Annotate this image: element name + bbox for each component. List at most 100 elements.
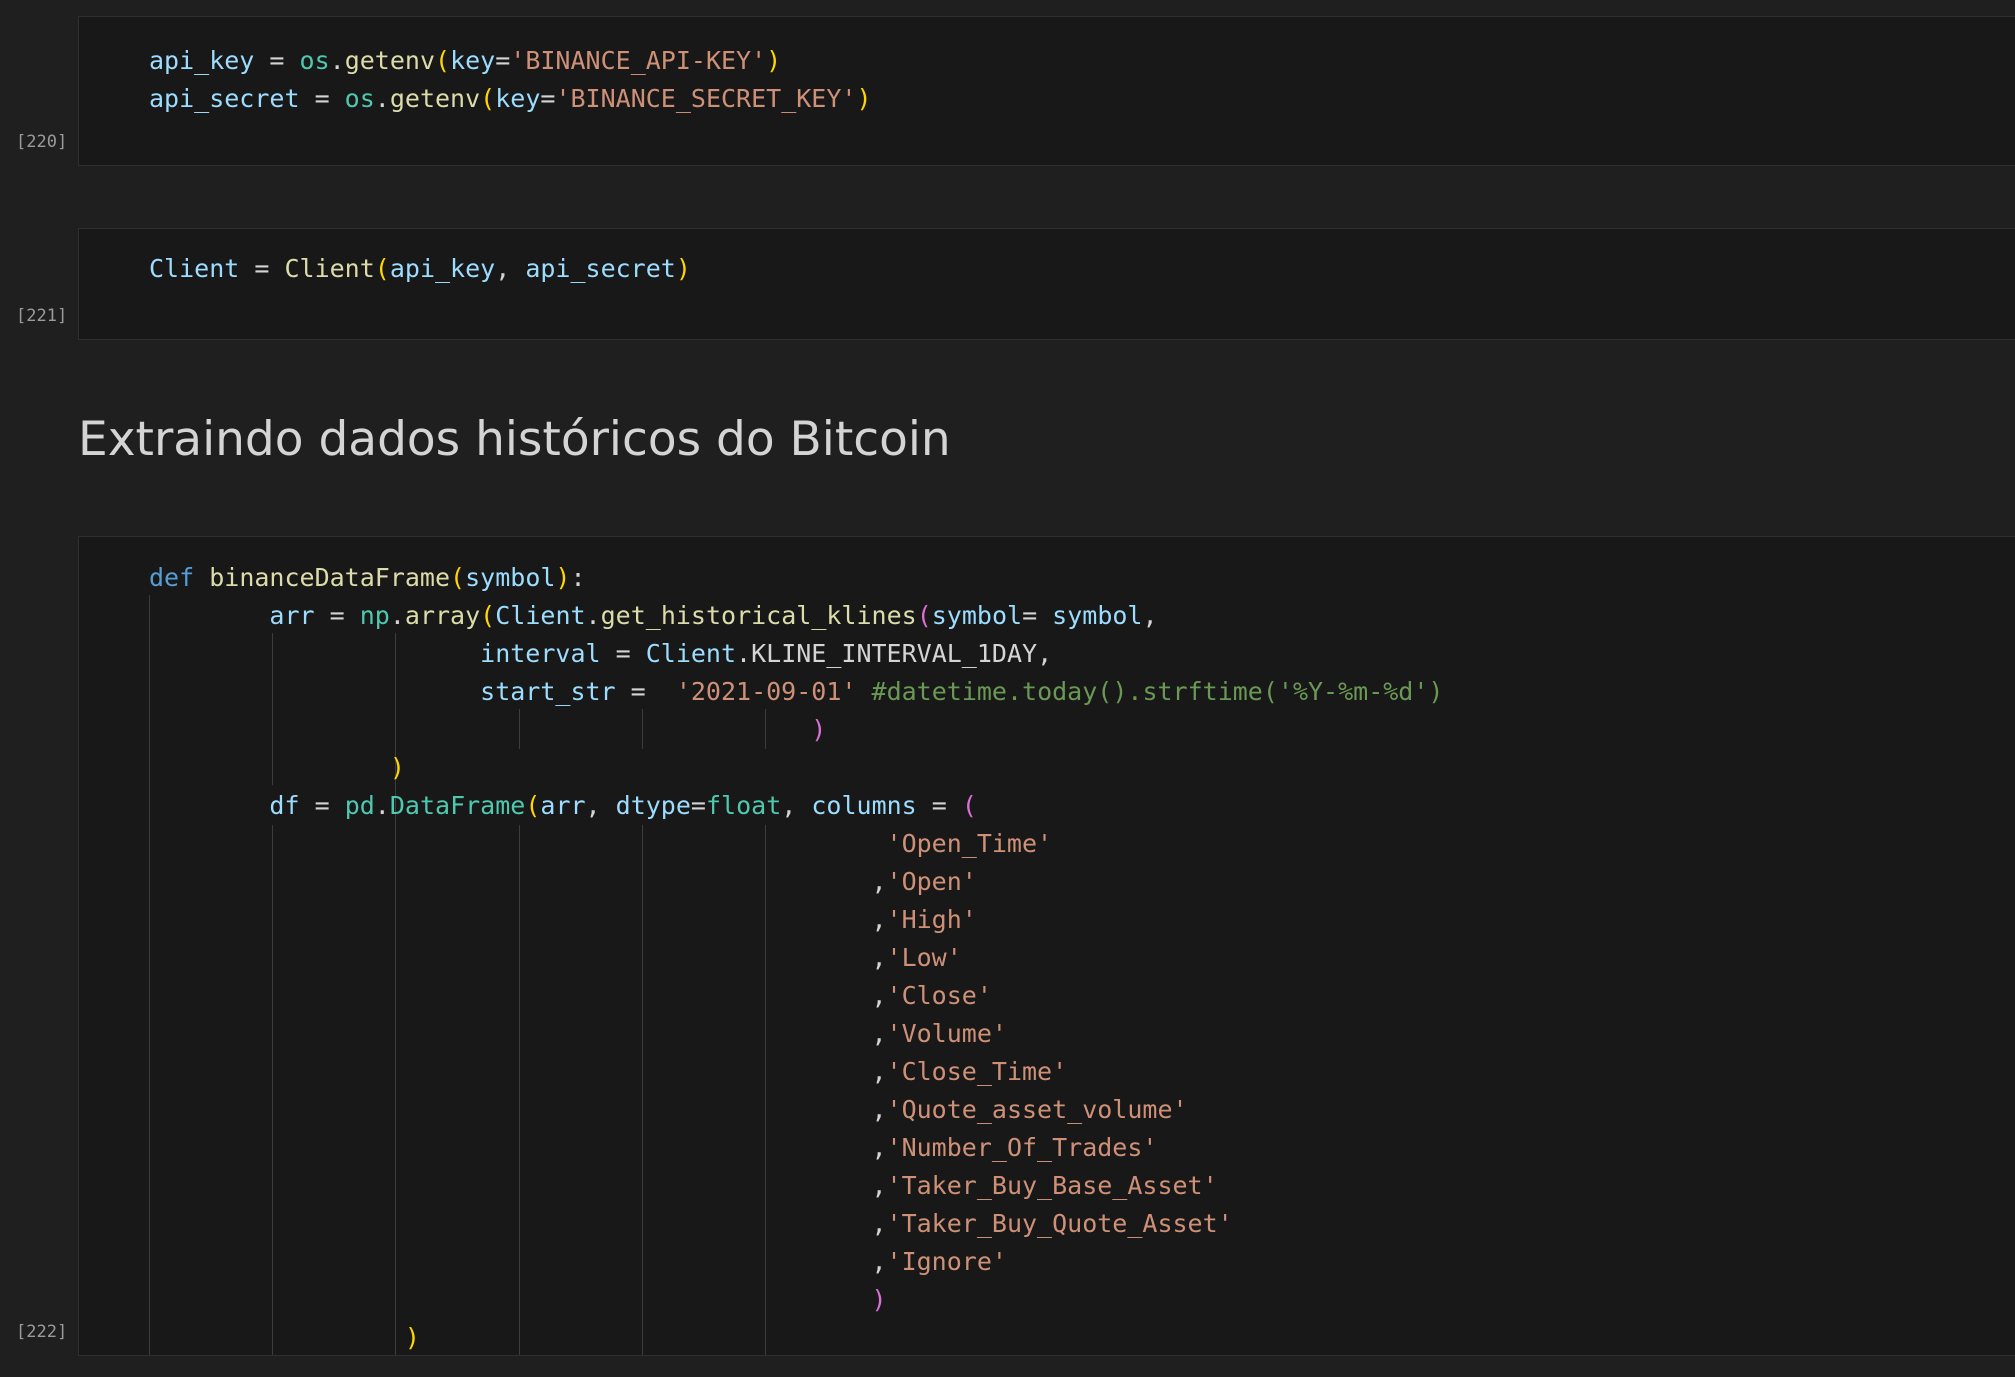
code-line[interactable]: ) xyxy=(149,711,826,749)
code-line[interactable]: Client = Client(api_key, api_secret) xyxy=(149,250,691,288)
code-token: Client xyxy=(149,254,240,283)
code-token: ) xyxy=(811,715,827,744)
code-line[interactable]: ,'Close_Time' xyxy=(149,1053,1067,1091)
code-token: = xyxy=(239,254,285,283)
code-cell-220[interactable]: api_key = os.getenv(key='BINANCE_API-KEY… xyxy=(78,16,2015,166)
code-token: ) xyxy=(871,1285,887,1314)
code-token: = xyxy=(540,84,556,113)
code-line[interactable]: ,'Volume' xyxy=(149,1015,1007,1053)
code-cell-221[interactable]: Client = Client(api_key, api_secret) xyxy=(78,228,2015,340)
code-token: = xyxy=(495,46,511,75)
code-line[interactable]: ,'Taker_Buy_Quote_Asset' xyxy=(149,1205,1233,1243)
code-token: = xyxy=(299,84,345,113)
code-token: ( xyxy=(961,791,977,820)
code-token: ( xyxy=(480,84,496,113)
code-token: symbol xyxy=(931,601,1023,630)
code-token: binanceDataFrame xyxy=(209,563,451,592)
code-line[interactable]: 'Open_Time' xyxy=(149,825,1053,863)
code-token: = xyxy=(314,601,360,630)
code-token: 'BINANCE_SECRET_KEY' xyxy=(555,84,857,113)
code-line[interactable]: ) xyxy=(149,749,405,787)
code-token: df xyxy=(269,791,300,820)
cell-editor[interactable]: def binanceDataFrame(symbol): arr = np.a… xyxy=(149,559,1999,1377)
code-line[interactable]: ,'Ignore' xyxy=(149,1243,1007,1281)
code-line[interactable]: api_secret = os.getenv(key='BINANCE_SECR… xyxy=(149,80,872,118)
code-token: , xyxy=(871,905,887,934)
code-token: . xyxy=(374,84,390,113)
code-token: DataFrame xyxy=(389,791,526,820)
code-token: ) xyxy=(555,563,571,592)
code-line[interactable]: ,'Number_Of_Trades' xyxy=(149,1129,1157,1167)
code-token: 'Close_Time' xyxy=(886,1057,1068,1086)
code-token: Client xyxy=(645,639,737,668)
code-token: , xyxy=(1142,601,1158,630)
code-token: key xyxy=(495,84,541,113)
code-token: 'High' xyxy=(886,905,977,934)
code-token: ) xyxy=(766,46,782,75)
code-line[interactable]: def binanceDataFrame(symbol): xyxy=(149,559,586,597)
code-token: , xyxy=(871,1095,887,1124)
code-token: = xyxy=(690,791,706,820)
code-line[interactable]: ,'Close' xyxy=(149,977,991,1015)
code-token: start_str xyxy=(480,677,616,706)
code-token: . xyxy=(389,601,405,630)
code-line[interactable]: start_str = '2021-09-01' #datetime.today… xyxy=(149,673,1443,711)
code-line[interactable]: interval = Client.KLINE_INTERVAL_1DAY, xyxy=(149,635,1052,673)
code-token: 'Open' xyxy=(886,867,977,896)
code-line[interactable]: ,'Taker_Buy_Base_Asset' xyxy=(149,1167,1217,1205)
code-line[interactable]: ,'High' xyxy=(149,901,977,939)
code-line[interactable]: ,'Open' xyxy=(149,863,977,901)
code-token: 'Volume' xyxy=(886,1019,1007,1048)
code-line[interactable]: ,'Quote_asset_volume' xyxy=(149,1091,1187,1129)
code-token: = xyxy=(254,46,300,75)
code-token: ( xyxy=(525,791,541,820)
code-line[interactable]: arr = np.array(Client.get_historical_kli… xyxy=(149,597,1158,635)
code-token: float xyxy=(705,791,782,820)
code-token: , xyxy=(871,1133,887,1162)
code-token: , xyxy=(871,867,887,896)
code-token: , xyxy=(585,791,616,820)
code-line[interactable]: ) xyxy=(149,1281,887,1319)
code-token: api_key xyxy=(149,46,255,75)
code-token: 'Taker_Buy_Quote_Asset' xyxy=(886,1209,1233,1238)
code-token: ( xyxy=(435,46,451,75)
code-token: , xyxy=(871,1247,887,1276)
code-token: '2021-09-01' xyxy=(675,677,857,706)
code-token: KLINE_INTERVAL_1DAY xyxy=(751,639,1038,668)
code-line[interactable]: ,'Low' xyxy=(149,939,961,977)
code-token: = xyxy=(615,677,676,706)
code-token: columns xyxy=(811,791,917,820)
code-token: 'Ignore' xyxy=(886,1247,1007,1276)
code-token: os xyxy=(299,46,330,75)
code-line[interactable]: df = pd.DataFrame(arr, dtype=float, colu… xyxy=(149,787,977,825)
code-token: np xyxy=(359,601,390,630)
cell-editor[interactable]: Client = Client(api_key, api_secret) xyxy=(149,250,1999,360)
code-line[interactable]: ) xyxy=(149,1319,420,1357)
code-token: = xyxy=(1022,601,1053,630)
code-token: array xyxy=(404,601,481,630)
code-token: , xyxy=(781,791,812,820)
code-token: get_historical_klines xyxy=(600,601,917,630)
code-token: ( xyxy=(916,601,932,630)
code-token: , xyxy=(871,981,887,1010)
code-token: 'BINANCE_API-KEY' xyxy=(510,46,767,75)
code-token: symbol xyxy=(1052,601,1143,630)
code-token: interval xyxy=(480,639,601,668)
cell-editor[interactable]: api_key = os.getenv(key='BINANCE_API-KEY… xyxy=(149,42,1999,190)
code-cell-222[interactable]: def binanceDataFrame(symbol): arr = np.a… xyxy=(78,536,2015,1356)
code-token: dtype xyxy=(615,791,691,820)
code-line[interactable]: api_key = os.getenv(key='BINANCE_API-KEY… xyxy=(149,42,781,80)
